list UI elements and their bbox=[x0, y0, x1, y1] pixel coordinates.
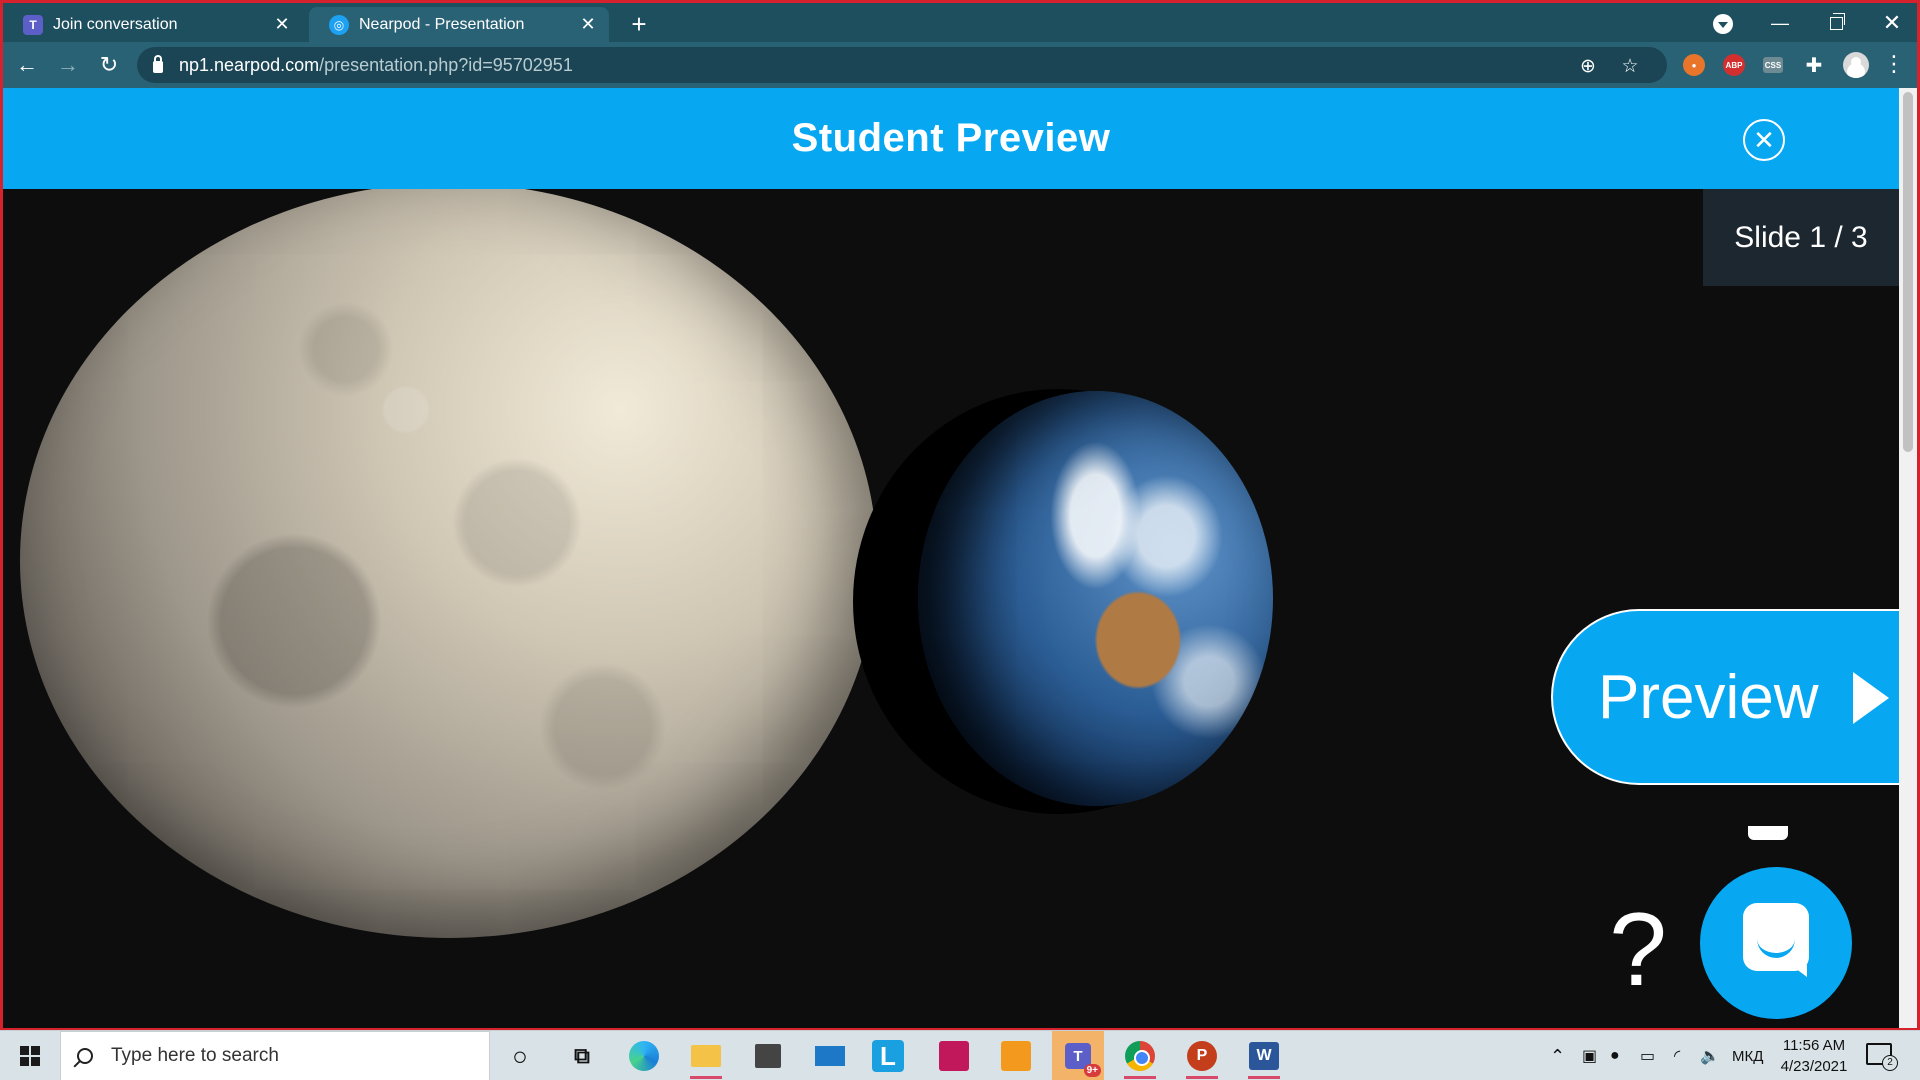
pink-app-icon[interactable] bbox=[934, 1036, 974, 1076]
url-path: /presentation.php?id=95702951 bbox=[319, 54, 573, 75]
scroll-thumb[interactable] bbox=[1903, 92, 1913, 452]
earth-image bbox=[918, 391, 1273, 806]
search-icon bbox=[77, 1048, 93, 1064]
taskbar: Type here to search ○ ⧉ L T 9+ P W ⌃ ▣ ● … bbox=[0, 1030, 1920, 1080]
teams-label: T bbox=[1073, 1047, 1083, 1065]
tab-title: Join conversation bbox=[53, 15, 178, 33]
search-placeholder: Type here to search bbox=[111, 1045, 279, 1066]
battery-icon[interactable]: ▭ bbox=[1640, 1031, 1655, 1080]
clock-date: 4/23/2021 bbox=[1780, 1058, 1848, 1075]
window-close-button[interactable]: ✕ bbox=[1869, 7, 1915, 39]
taskbar-search[interactable]: Type here to search bbox=[60, 1031, 490, 1080]
edge-icon[interactable] bbox=[624, 1036, 664, 1076]
taskbar-clock[interactable]: 11:56 AM 4/23/2021 bbox=[1774, 1035, 1854, 1077]
microphone-icon[interactable]: ● bbox=[1610, 1031, 1620, 1080]
tab-join-conversation[interactable]: T Join conversation ✕ bbox=[3, 7, 303, 42]
help-icon[interactable]: ? bbox=[1603, 895, 1673, 1005]
new-tab-button[interactable]: + bbox=[623, 11, 655, 39]
notification-count: 2 bbox=[1882, 1055, 1898, 1071]
tab-nearpod-presentation[interactable]: ◎ Nearpod - Presentation ✕ bbox=[309, 7, 609, 42]
puzzle-icon[interactable]: ✚ bbox=[1803, 54, 1825, 77]
nearpod-page: Student Preview ✕ Slide 1 / 3 Preview ? bbox=[3, 88, 1899, 1030]
address-bar[interactable]: np1.nearpod.com/presentation.php?id=9570… bbox=[137, 47, 1667, 83]
volume-icon[interactable]: 🔈 bbox=[1700, 1031, 1720, 1080]
nearpod-icon: ◎ bbox=[329, 14, 349, 35]
pinwheel-app-icon[interactable] bbox=[996, 1036, 1036, 1076]
close-icon[interactable]: ✕ bbox=[271, 14, 293, 36]
moon-image bbox=[20, 189, 877, 938]
close-icon[interactable]: ✕ bbox=[577, 14, 599, 36]
screen: T Join conversation ✕ ◎ Nearpod - Presen… bbox=[0, 0, 1920, 1080]
tab-strip: T Join conversation ✕ ◎ Nearpod - Presen… bbox=[3, 3, 1917, 42]
zoom-icon[interactable]: ⊕ bbox=[1577, 55, 1599, 77]
chrome-icon[interactable] bbox=[1120, 1036, 1160, 1079]
word-label: W bbox=[1249, 1042, 1279, 1070]
tab-search-button[interactable] bbox=[1713, 14, 1733, 34]
reload-button[interactable]: ↻ bbox=[95, 51, 123, 79]
teams-badge: 9+ bbox=[1083, 1064, 1101, 1077]
file-explorer-icon[interactable] bbox=[686, 1036, 726, 1079]
chat-support-button[interactable] bbox=[1700, 867, 1852, 1019]
chevron-down-icon bbox=[1718, 22, 1728, 28]
slide-area: Slide 1 / 3 Preview ? bbox=[3, 189, 1899, 1030]
back-button[interactable]: ← bbox=[13, 51, 41, 79]
fox-extension-icon[interactable]: ● bbox=[1683, 54, 1705, 76]
css-extension-icon[interactable]: CSS bbox=[1763, 57, 1783, 73]
notification-center-icon[interactable]: 2 bbox=[1866, 1043, 1898, 1071]
url-host: np1.nearpod.com bbox=[179, 54, 320, 75]
chat-tail bbox=[1748, 826, 1788, 840]
meet-now-icon[interactable]: ▣ bbox=[1582, 1031, 1597, 1080]
adblock-plus-icon[interactable]: ABP bbox=[1723, 54, 1745, 76]
show-hidden-icons-icon[interactable]: ⌃ bbox=[1550, 1031, 1565, 1080]
restore-icon bbox=[1829, 12, 1845, 30]
bookmark-star-icon[interactable]: ☆ bbox=[1619, 55, 1641, 77]
language-indicator[interactable]: МКД bbox=[1732, 1031, 1763, 1080]
windows-logo-icon bbox=[20, 1046, 40, 1066]
word-icon[interactable]: W bbox=[1244, 1036, 1284, 1079]
play-icon bbox=[1853, 672, 1889, 724]
store-icon[interactable] bbox=[748, 1036, 788, 1076]
l-app-icon[interactable]: L bbox=[872, 1040, 904, 1072]
teams-icon[interactable]: T 9+ bbox=[1052, 1031, 1104, 1080]
restore-button[interactable] bbox=[1813, 7, 1859, 39]
page-scrollbar[interactable] bbox=[1899, 88, 1917, 1030]
mail-icon[interactable] bbox=[810, 1036, 850, 1076]
preview-header: Student Preview ✕ bbox=[3, 88, 1899, 189]
wifi-icon[interactable]: ◜ bbox=[1674, 1031, 1680, 1080]
teams-icon: T bbox=[23, 14, 43, 35]
cortana-icon[interactable]: ○ bbox=[500, 1036, 540, 1076]
minimize-button[interactable]: — bbox=[1757, 7, 1803, 39]
powerpoint-label: P bbox=[1187, 1041, 1217, 1071]
forward-button[interactable]: → bbox=[54, 51, 82, 79]
browser-toolbar: ← → ↻ np1.nearpod.com/presentation.php?i… bbox=[3, 42, 1917, 88]
page-title: Student Preview bbox=[791, 116, 1111, 160]
more-menu-icon[interactable]: ⋮ bbox=[1883, 52, 1905, 78]
lock-icon[interactable] bbox=[153, 55, 163, 73]
preview-button[interactable]: Preview bbox=[1551, 609, 1899, 785]
tab-title: Nearpod - Presentation bbox=[359, 15, 525, 33]
task-view-icon[interactable]: ⧉ bbox=[562, 1036, 602, 1076]
profile-avatar[interactable] bbox=[1843, 52, 1869, 78]
clock-time: 11:56 AM bbox=[1782, 1037, 1846, 1054]
close-preview-button[interactable]: ✕ bbox=[1743, 119, 1785, 161]
powerpoint-icon[interactable]: P bbox=[1182, 1036, 1222, 1079]
preview-button-label: Preview bbox=[1598, 662, 1819, 732]
chat-icon bbox=[1743, 903, 1809, 977]
slide-counter: Slide 1 / 3 bbox=[1703, 189, 1899, 286]
start-button[interactable] bbox=[0, 1031, 60, 1080]
